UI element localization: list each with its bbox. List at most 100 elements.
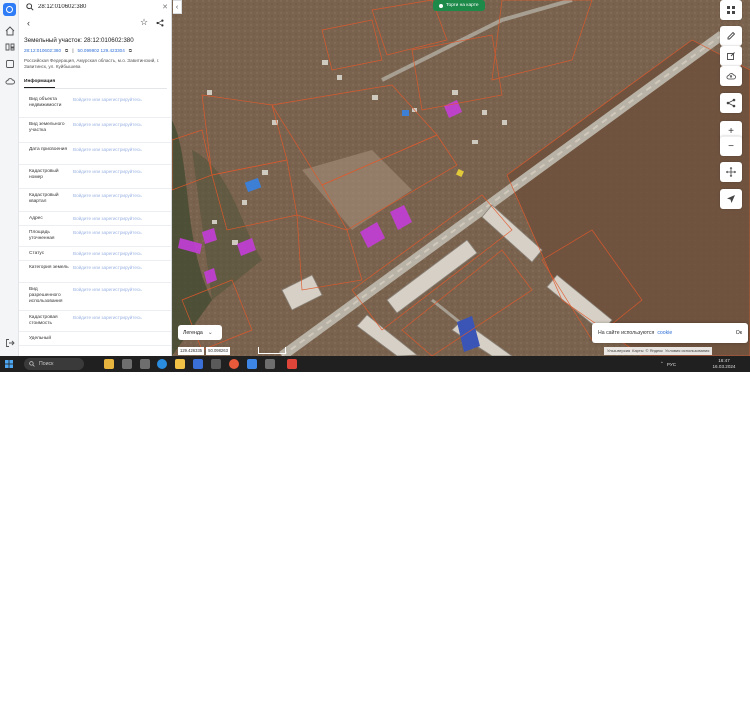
cursor-coordinates: 129.426335 50.098263 [178, 347, 230, 355]
windows-start-icon[interactable] [5, 360, 13, 368]
cookie-link[interactable]: cookie [657, 330, 672, 336]
edit-icon [727, 52, 735, 60]
share-map-button[interactable] [720, 93, 742, 113]
table-row: Кадастровый квартал Войдите или зарегист… [19, 189, 171, 212]
row-label: Удельный [29, 336, 52, 341]
row-value-link[interactable]: Войдите или зарегистрируйтесь [73, 147, 142, 152]
row-value-link[interactable]: Войдите или зарегистрируйтесь [73, 230, 142, 235]
mail-icon[interactable] [211, 359, 221, 369]
row-label: Адрес [29, 216, 43, 221]
share-icon[interactable] [156, 19, 164, 27]
row-value-link[interactable]: Войдите или зарегистрируйтесь [73, 216, 142, 221]
ruler-button[interactable] [720, 26, 742, 46]
taskbar-search[interactable]: Поиск [24, 358, 84, 370]
parcel-address: Российская Федерация, Амурская область, … [24, 58, 160, 69]
widgets-icon[interactable] [104, 359, 114, 369]
chevron-down-icon: ⌄ [207, 330, 213, 336]
attribution-item[interactable]: Условия использования [665, 347, 709, 355]
app-logo-icon[interactable] [3, 3, 16, 16]
row-value-link[interactable]: Войдите или зарегистрируйтесь [73, 265, 142, 270]
screen: ✕ ‹ ☆ Земельный участок: 28:12:010602:38… [0, 0, 750, 726]
row-label: Дата присвоения [29, 147, 68, 152]
table-row: Кадастровый номер Войдите или зарегистри… [19, 165, 171, 189]
zoom-out-button[interactable]: − [720, 136, 742, 156]
plus-icon: + [728, 125, 734, 137]
star-icon[interactable]: ☆ [140, 17, 148, 28]
app-icon[interactable] [140, 359, 150, 369]
row-label: Площадь уточненная [29, 230, 55, 241]
back-arrow-icon[interactable]: ‹ [27, 18, 30, 28]
info-panel: ✕ ‹ ☆ Земельный участок: 28:12:010602:38… [19, 0, 172, 356]
close-icon[interactable]: ✕ [162, 3, 168, 11]
legend-button[interactable]: Легенда ⌄ [178, 325, 222, 340]
locate-button[interactable] [720, 189, 742, 209]
row-value-link[interactable]: Войдите или зарегистрируйтесь [73, 193, 142, 198]
row-label: Кадастровая стоимость [29, 315, 58, 326]
store-icon[interactable] [193, 359, 203, 369]
copy-icon[interactable]: ⧉ [129, 48, 132, 53]
logout-icon[interactable] [3, 336, 16, 349]
latitude-readout: 50.098263 [206, 347, 230, 355]
app-icon[interactable] [265, 359, 275, 369]
share-icon [726, 98, 736, 108]
copy-icon[interactable]: ⧉ [65, 48, 68, 53]
cloud-icon[interactable] [3, 74, 16, 87]
map-menu-button[interactable] [720, 0, 742, 20]
longitude-readout: 129.426335 [178, 347, 205, 355]
table-row: Вид земельного участка Войдите или зарег… [19, 118, 171, 143]
layers-icon[interactable] [3, 40, 16, 53]
parcel-meta: 28:12:010602:380 ⧉ | 50.099902 129.42330… [24, 48, 132, 53]
row-value-link[interactable]: Войдите или зарегистрируйтесь [73, 315, 142, 320]
table-row: Адрес Войдите или зарегистрируйтесь [19, 212, 171, 226]
table-row: Удельный [19, 332, 171, 346]
panel-toolbar: ‹ ☆ [19, 16, 171, 30]
legend-label: Легенда [183, 329, 203, 336]
upload-button[interactable] [720, 66, 742, 86]
search-input[interactable] [38, 4, 150, 10]
cloud-upload-icon [726, 73, 736, 80]
auctions-on-map-button[interactable]: Торги на карте [433, 0, 485, 11]
taskbar: Поиск ЦИАН ⌃ РУС 16:47 16.03.2024 [0, 356, 750, 726]
row-value-link[interactable]: Войдите или зарегистрируйтесь [73, 251, 142, 256]
system-tray: ⌃ РУС [660, 358, 676, 370]
clock[interactable]: 16:47 16.03.2024 [704, 358, 744, 370]
table-row: Статус Войдите или зарегистрируйтесь [19, 247, 171, 261]
tab-info[interactable]: Информация [24, 79, 56, 88]
row-value-link[interactable]: Войдите или зарегистрируйтесь [73, 287, 142, 292]
scale-bar [258, 347, 286, 354]
move-icon [726, 167, 736, 177]
satellite-map[interactable]: Торги на карте + − Легенда ⌄ 129.426335 … [172, 0, 750, 356]
map-attribution: Улья-версия Карты © Яндекс Условия испол… [604, 347, 713, 355]
cookie-text: На сайте используются [598, 330, 655, 336]
media-player-icon[interactable] [247, 359, 257, 369]
row-value-link[interactable]: Войдите или зарегистрируйтесь [73, 97, 142, 102]
attribution-item[interactable]: Улья-версия [607, 347, 630, 355]
square-icon[interactable] [3, 57, 16, 70]
search-icon [26, 3, 34, 11]
chevron-up-icon[interactable]: ⌃ [660, 361, 664, 367]
pan-button[interactable] [720, 162, 742, 182]
collapse-panel-button[interactable]: ‹ [173, 0, 182, 14]
search-icon [29, 361, 35, 367]
home-icon[interactable] [3, 24, 16, 37]
row-label: Кадастровый квартал [29, 193, 59, 204]
app-icon[interactable] [287, 359, 297, 369]
attribution-item[interactable]: Карты [632, 347, 643, 355]
coordinates-link[interactable]: 50.099902 129.423304 [78, 48, 125, 53]
edge-icon[interactable] [157, 359, 167, 369]
row-label: Вид земельного участка [29, 122, 65, 133]
yandex-browser-icon[interactable] [229, 359, 239, 369]
file-explorer-icon[interactable] [175, 359, 185, 369]
row-value-link[interactable]: Войдите или зарегистрируйтесь [73, 169, 142, 174]
cookie-ok-button[interactable]: Ок [736, 330, 742, 336]
search-bar[interactable]: ✕ [23, 1, 168, 13]
language-indicator[interactable]: РУС [667, 362, 676, 367]
grid-icon [727, 6, 735, 14]
map-imagery [172, 0, 750, 356]
separator: | [72, 48, 74, 53]
row-label: Статус [29, 251, 45, 256]
draw-button[interactable] [720, 46, 742, 66]
task-view-icon[interactable] [122, 359, 132, 369]
row-value-link[interactable]: Войдите или зарегистрируйтесь [73, 122, 142, 127]
cadastral-number-link[interactable]: 28:12:010602:380 [24, 48, 61, 53]
